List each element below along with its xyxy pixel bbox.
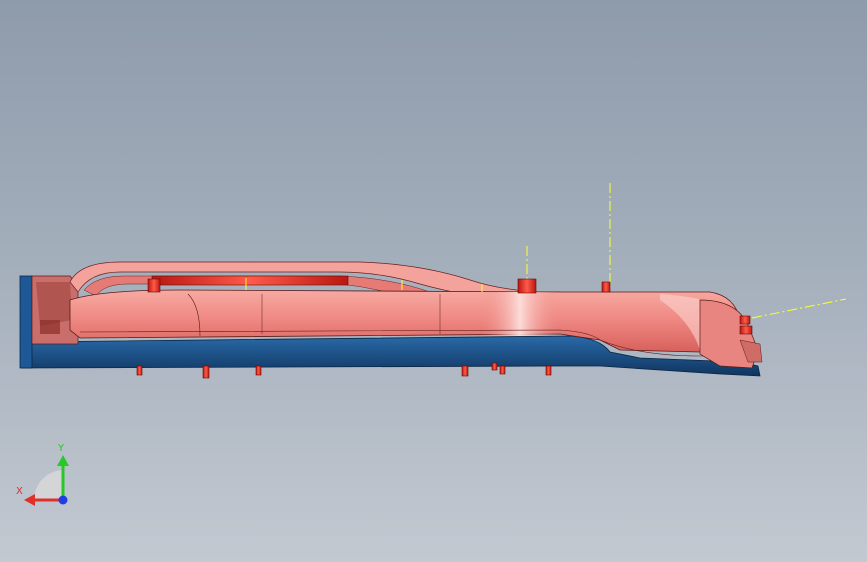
triad-x-label: X: [16, 486, 23, 497]
triad-y-arrow-icon: [57, 455, 69, 466]
nose-section[interactable]: [699, 299, 763, 369]
triad-x-arrow-icon: [24, 494, 35, 506]
top-slot[interactable]: [151, 275, 349, 286]
model-view[interactable]: [0, 0, 867, 562]
triad-y-label: Y: [58, 443, 65, 454]
3d-viewport[interactable]: X Y: [0, 0, 867, 562]
coordinate-triad: [24, 455, 69, 506]
triad-plane-icon: [33, 470, 63, 500]
triad-z-axis-icon: [58, 495, 68, 505]
